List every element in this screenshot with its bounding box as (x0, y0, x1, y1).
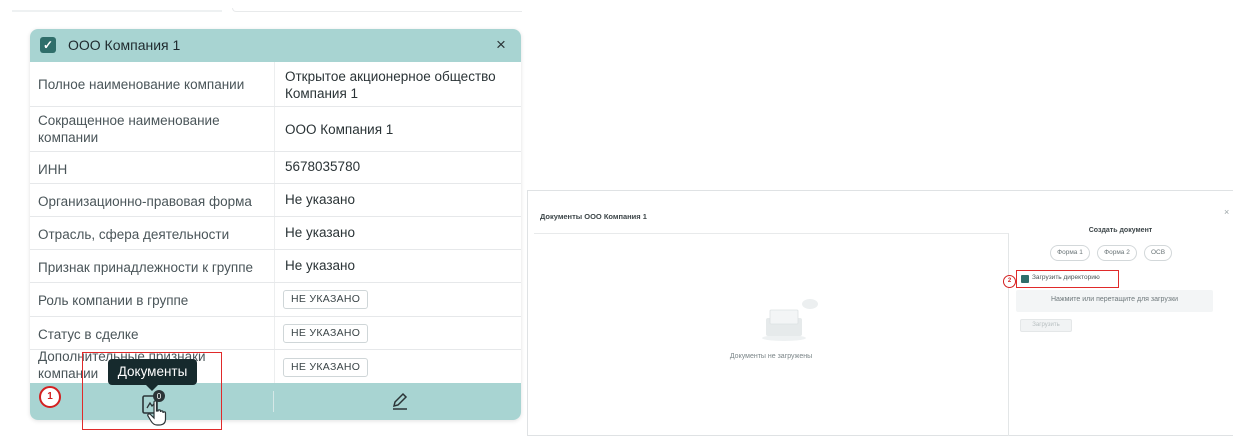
row-divider (274, 184, 275, 216)
create-document-title: Создать документ (1088, 227, 1153, 234)
empty-inbox-icon (762, 299, 818, 341)
row-value: 5678035780 (285, 159, 361, 174)
info-row-group-role: Роль компании в группе НЕ УКАЗАНО (30, 283, 521, 317)
row-value: Не указано (285, 192, 355, 207)
row-value: Не указано (285, 258, 355, 273)
form-2-button[interactable]: Форма 2 (1097, 245, 1137, 261)
row-label: Полное наименование компании (38, 77, 245, 92)
row-label: Статус в сделке (38, 327, 139, 342)
upload-directory-checkbox[interactable] (1021, 275, 1029, 283)
row-divider (274, 62, 275, 106)
empty-state-text: Документы не загружены (729, 353, 813, 360)
row-value: ООО Компания 1 (285, 122, 394, 137)
panel-title: Документы ООО Компания 1 (540, 212, 647, 221)
drop-zone-text: Нажмите или перетащите для загрузки (1050, 296, 1179, 303)
row-label: Отрасль, сфера деятельности (38, 227, 230, 242)
row-label: Сокращенное наименование компании (38, 113, 220, 145)
top-edge-line (12, 10, 222, 12)
row-divider (274, 107, 275, 151)
pencil-icon[interactable] (390, 391, 410, 411)
row-divider (274, 317, 275, 349)
info-row-inn: ИНН 5678035780 (30, 152, 521, 184)
row-divider (274, 283, 275, 316)
status-badge: НЕ УКАЗАНО (283, 324, 369, 343)
row-label: Организационно-правовая форма (38, 194, 252, 209)
info-row-industry: Отрасль, сфера деятельности Не указано (30, 217, 521, 250)
row-divider (274, 217, 275, 249)
row-divider (274, 250, 275, 282)
close-icon[interactable]: × (1224, 207, 1229, 217)
status-badge: НЕ УКАЗАНО (283, 290, 369, 309)
documents-panel: Документы ООО Компания 1 × Документы не … (527, 190, 1233, 436)
card-title: ООО Компания 1 (68, 37, 181, 53)
close-icon[interactable]: × (496, 35, 506, 55)
info-row-deal-status: Статус в сделке НЕ УКАЗАНО (30, 317, 521, 350)
info-row-legal-form: Организационно-правовая форма Не указано (30, 184, 521, 217)
status-badge: НЕ УКАЗАНО (283, 358, 369, 377)
step-marker: 2 (1003, 275, 1016, 288)
row-label: Роль компании в группе (38, 293, 189, 308)
top-edge-fragment (0, 0, 525, 14)
top-edge-tab (232, 8, 522, 12)
checkbox-checked-icon[interactable]: ✓ (40, 37, 56, 53)
row-label: Признак принадлежности к группе (38, 260, 254, 275)
info-row-group-membership: Признак принадлежности к группе Не указа… (30, 250, 521, 283)
step-marker: 1 (39, 386, 61, 408)
documents-list-area: Документы не загружены (534, 233, 1009, 436)
row-label: ИНН (38, 162, 68, 177)
osv-button[interactable]: ОСВ (1144, 245, 1172, 261)
row-divider (274, 350, 275, 383)
form-1-button[interactable]: Форма 1 (1050, 245, 1090, 261)
row-value: Не указано (285, 225, 355, 240)
row-divider (274, 152, 275, 183)
info-row-full-name: Полное наименование компании Открытое ак… (30, 62, 521, 107)
row-value: Открытое акционерное общество Компания 1 (285, 69, 496, 101)
upload-button[interactable]: Загрузить (1020, 319, 1072, 332)
info-row-short-name: Сокращенное наименование компании ООО Ко… (30, 107, 521, 152)
upload-directory-label: Загрузить директорию (1032, 274, 1100, 281)
card-header: ✓ ООО Компания 1 × (30, 29, 521, 62)
footer-divider (273, 391, 274, 412)
hand-cursor-icon (147, 400, 167, 426)
